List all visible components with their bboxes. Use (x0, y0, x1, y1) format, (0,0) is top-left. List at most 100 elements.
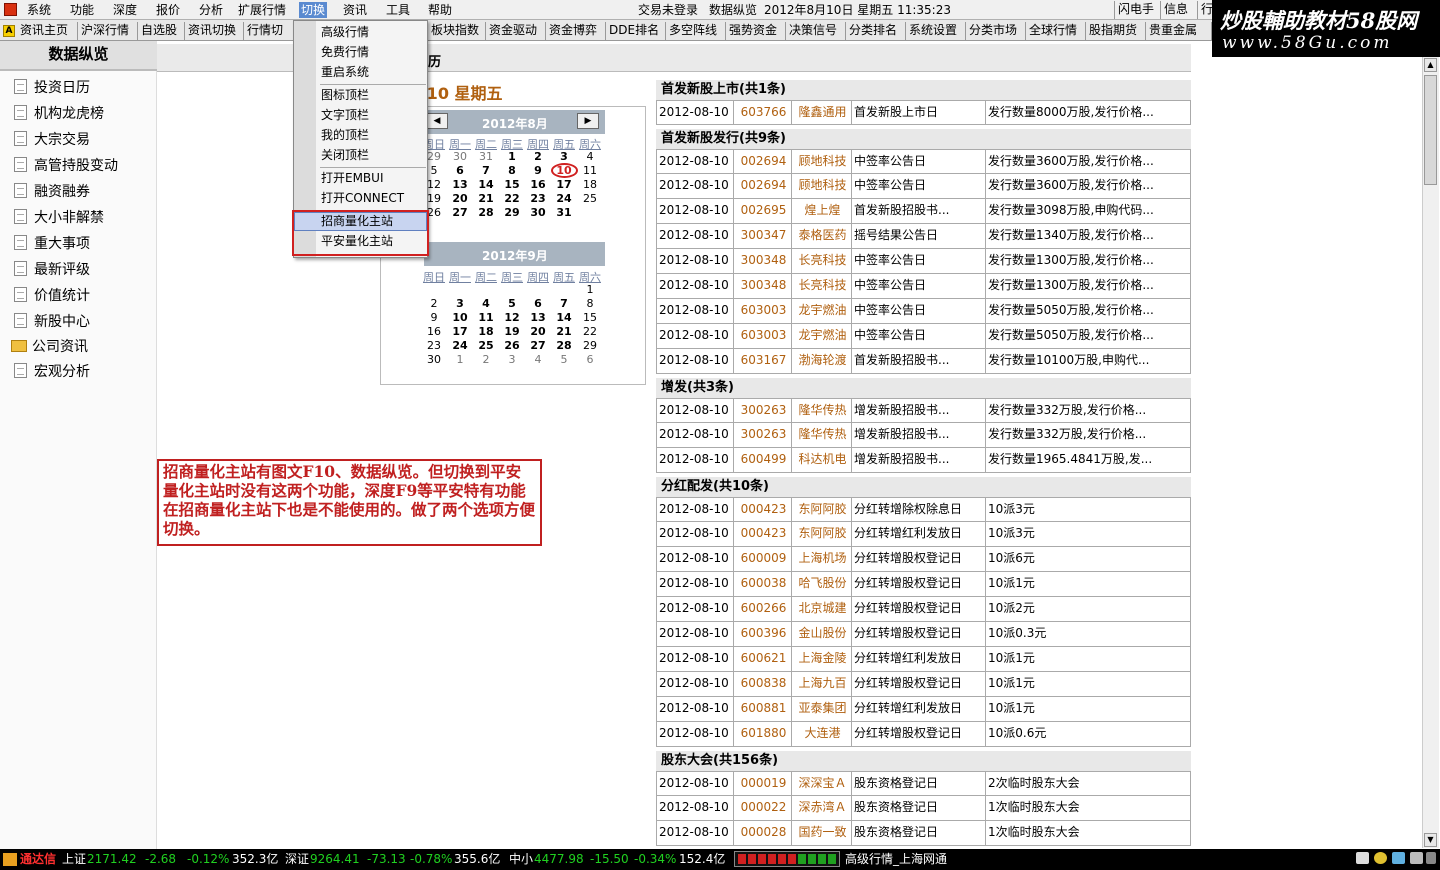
calendar-day[interactable]: 2 (421, 297, 447, 311)
stock-name[interactable]: 深深宝Ａ (792, 772, 852, 795)
calendar-day[interactable]: 9 (525, 164, 551, 178)
stock-name[interactable]: 顾地科技 (792, 174, 852, 198)
calendar-day[interactable]: 2 (525, 150, 551, 164)
stock-code[interactable]: 600499 (734, 448, 792, 472)
stock-code[interactable]: 000022 (734, 796, 792, 820)
calendar-day[interactable]: 24 (551, 192, 577, 206)
stock-code[interactable]: 600266 (734, 597, 792, 621)
sidebar-item-major-events[interactable]: 重大事项 (14, 235, 90, 253)
sidebar-item-value-stats[interactable]: 价值统计 (14, 287, 90, 305)
table-row[interactable]: 2012-08-10 000423 东阿阿胶 分红转增除权除息日 10派3元 (656, 497, 1191, 522)
table-row[interactable]: 2012-08-10 600038 哈飞股份 分红转增股权登记日 10派1元 (656, 572, 1191, 597)
tab-category-rank[interactable]: 分类排名 (846, 22, 906, 40)
tab-index-futures[interactable]: 股指期货 (1086, 22, 1146, 40)
calendar-next-button[interactable]: ▶ (577, 113, 599, 129)
table-row[interactable]: 2012-08-10 600396 金山股份 分红转增股权登记日 10派0.3元 (656, 622, 1191, 647)
table-row[interactable]: 2012-08-10 000019 深深宝Ａ 股东资格登记日 2次临时股东大会 (656, 771, 1191, 796)
menu-system[interactable]: 系统 (25, 2, 53, 18)
calendar-day[interactable]: 30 (421, 353, 447, 367)
calendar-day[interactable]: 16 (421, 325, 447, 339)
sidebar-item-block-trade[interactable]: 大宗交易 (14, 131, 90, 149)
calendar-day[interactable]: 28 (551, 339, 577, 353)
sidebar-item-institution-ranking[interactable]: 机构龙虎榜 (14, 105, 104, 123)
calendar-day[interactable]: 31 (473, 150, 499, 164)
calendar-day[interactable]: 22 (499, 192, 525, 206)
calendar-day[interactable]: 6 (577, 353, 603, 367)
stock-code[interactable]: 000423 (734, 522, 792, 546)
stock-code[interactable]: 300263 (734, 423, 792, 447)
calendar-day[interactable]: 2 (473, 353, 499, 367)
calendar-day[interactable]: 29 (577, 339, 603, 353)
table-row[interactable]: 2012-08-10 300263 隆华传热 增发新股招股书... 发行数量332万股,… (656, 423, 1191, 448)
calendar-day[interactable]: 7 (551, 297, 577, 311)
calendar-day[interactable]: 4 (577, 150, 603, 164)
calendar-day[interactable]: 6 (447, 164, 473, 178)
calendar-day[interactable]: 23 (525, 192, 551, 206)
calendar-day[interactable]: 27 (525, 339, 551, 353)
sidebar-item-margin-trading[interactable]: 融资融券 (14, 183, 90, 201)
tab-precious-metals[interactable]: 贵重金属 (1146, 22, 1212, 40)
tab-quote-switch[interactable]: 行情切 (244, 22, 294, 40)
table-row[interactable]: 2012-08-10 002694 顾地科技 中签率公告日 发行数量3600万股,发行价… (656, 149, 1191, 174)
calendar-day[interactable]: 28 (473, 206, 499, 220)
table-row[interactable]: 2012-08-10 600009 上海机场 分红转增股权登记日 10派6元 (656, 547, 1191, 572)
stock-code[interactable]: 600396 (734, 622, 792, 646)
app-logo-icon[interactable] (4, 3, 17, 16)
table-row[interactable]: 2012-08-10 600621 上海金陵 分红转增红利发放日 10派1元 (656, 647, 1191, 672)
menu-item-restart-system[interactable]: 重启系统 (321, 64, 369, 80)
calendar-day[interactable]: 12 (499, 311, 525, 325)
calendar-day[interactable]: 9 (421, 311, 447, 325)
stock-name[interactable]: 长亮科技 (792, 274, 852, 298)
table-row[interactable]: 2012-08-10 600266 北京城建 分红转增股权登记日 10派2元 (656, 597, 1191, 622)
menu-switch[interactable]: 切换 (299, 2, 328, 18)
table-row[interactable]: 2012-08-10 002694 顾地科技 中签率公告日 发行数量3600万股,发行价… (656, 174, 1191, 199)
menu-news[interactable]: 资讯 (341, 2, 369, 18)
stock-code[interactable]: 000028 (734, 821, 792, 845)
stock-code[interactable]: 600038 (734, 572, 792, 596)
toolbar-a-icon[interactable]: A (3, 25, 15, 37)
stock-name[interactable]: 北京城建 (792, 597, 852, 621)
menu-function[interactable]: 功能 (68, 2, 96, 18)
calendar-day[interactable]: 4 (525, 353, 551, 367)
menu-item-open-embui[interactable]: 打开EMBUI (321, 170, 384, 186)
tab-news-home[interactable]: 资讯主页 (17, 22, 78, 40)
table-row[interactable]: 2012-08-10 603766 隆鑫通用 首发新股上市日 发行数量8000万股,发行… (656, 100, 1191, 125)
calendar-day[interactable]: 29 (499, 206, 525, 220)
calendar-day[interactable]: 13 (525, 311, 551, 325)
calendar-day[interactable]: 24 (447, 339, 473, 353)
sidebar-item-latest-ratings[interactable]: 最新评级 (14, 261, 90, 279)
menu-item-text-topbar[interactable]: 文字顶栏 (321, 107, 369, 123)
calendar-day[interactable]: 20 (447, 192, 473, 206)
sidebar-item-ipo-center[interactable]: 新股中心 (14, 313, 90, 331)
calendar-day[interactable]: 18 (577, 178, 603, 192)
calendar-day[interactable]: 1 (577, 283, 603, 297)
table-row[interactable]: 2012-08-10 600499 科达机电 增发新股招股书... 发行数量1965.4… (656, 448, 1191, 473)
stock-name[interactable]: 龙宇燃油 (792, 299, 852, 323)
sidebar-item-executive-holdings[interactable]: 高管持股变动 (14, 157, 118, 175)
stock-code[interactable]: 600621 (734, 647, 792, 671)
stock-code[interactable]: 002694 (734, 174, 792, 198)
stock-name[interactable]: 上海金陵 (792, 647, 852, 671)
table-row[interactable]: 2012-08-10 000022 深赤湾Ａ 股东资格登记日 1次临时股东大会 (656, 796, 1191, 821)
calendar-prev-button[interactable]: ◀ (426, 113, 448, 129)
lamp-icon[interactable] (1374, 852, 1387, 864)
info-button[interactable]: 信息 (1160, 1, 1191, 19)
stock-name[interactable]: 隆华传热 (792, 423, 852, 447)
sidebar-item-company-news[interactable]: 公司资讯 (11, 338, 88, 356)
stock-code[interactable]: 600881 (734, 697, 792, 721)
calendar-day[interactable]: 8 (499, 164, 525, 178)
calendar-day[interactable]: 11 (473, 311, 499, 325)
stock-name[interactable]: 顾地科技 (792, 150, 852, 173)
stock-code[interactable]: 603167 (734, 349, 792, 373)
tab-dde-rank[interactable]: DDE排名 (606, 22, 666, 40)
calendar-day[interactable]: 4 (473, 297, 499, 311)
tab-strong-capital[interactable]: 强势资金 (726, 22, 786, 40)
flash-trade-button[interactable]: 闪电手 (1114, 1, 1157, 19)
calendar-day[interactable]: 19 (499, 325, 525, 339)
table-row[interactable]: 2012-08-10 002695 煌上煌 首发新股招股书... 发行数量3098万股,… (656, 199, 1191, 224)
stock-code[interactable]: 300348 (734, 249, 792, 273)
table-row[interactable]: 2012-08-10 601880 大连港 分红转增股权登记日 10派0.6元 (656, 722, 1191, 747)
table-row[interactable]: 2012-08-10 600881 亚泰集团 分红转增红利发放日 10派1元 (656, 697, 1191, 722)
calendar-day[interactable]: 25 (577, 192, 603, 206)
stock-code[interactable]: 002695 (734, 199, 792, 223)
